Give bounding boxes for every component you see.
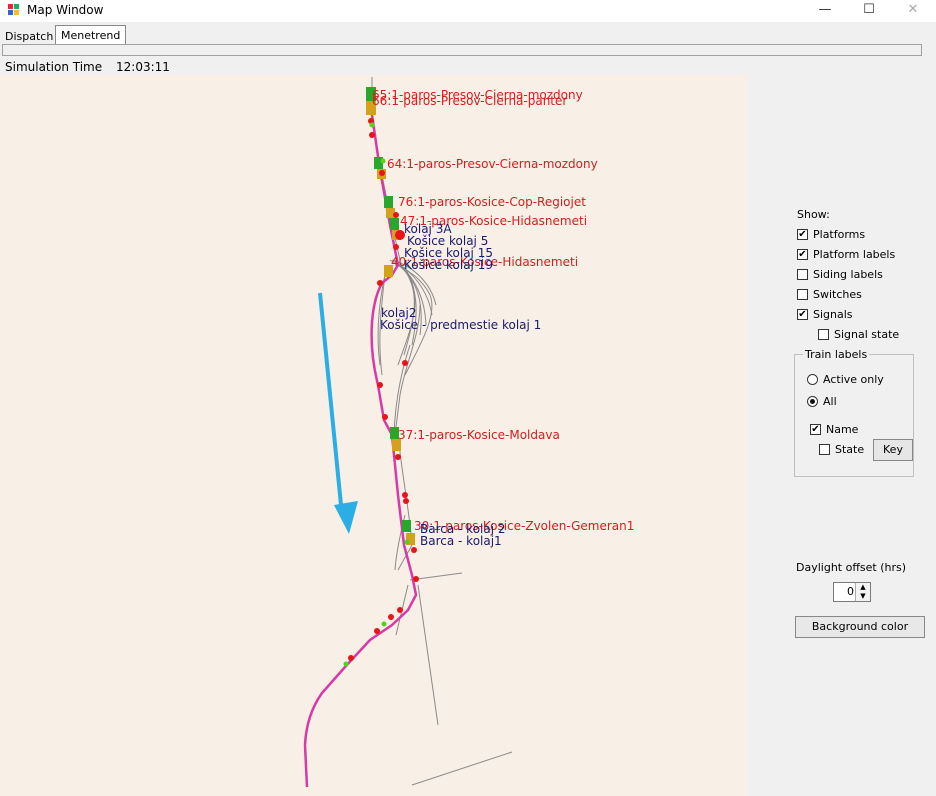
checkbox-label: Platforms bbox=[813, 228, 866, 241]
state-checkbox[interactable]: State bbox=[819, 443, 864, 459]
checkbox-icon[interactable] bbox=[818, 328, 829, 340]
tab-dispatch[interactable]: Dispatch bbox=[0, 28, 58, 45]
checkbox-icon[interactable]: ✔ bbox=[810, 423, 821, 435]
key-button[interactable]: Key bbox=[873, 439, 913, 461]
tab-menetrend[interactable]: Menetrend bbox=[55, 25, 127, 46]
checkbox-icon[interactable]: ✔ bbox=[797, 228, 808, 240]
train-labels-group-title: Train labels bbox=[803, 348, 870, 361]
checkbox-icon[interactable]: ✔ bbox=[797, 248, 808, 260]
checkbox-icon[interactable] bbox=[797, 268, 808, 280]
checkbox-icon[interactable] bbox=[797, 288, 808, 300]
checkbox-label: Siding labels bbox=[813, 268, 883, 281]
train-label: 76:1-paros-Kosice-Cop-Regiojet bbox=[398, 195, 586, 209]
direction-arrow bbox=[318, 292, 358, 534]
close-icon[interactable]: ✕ bbox=[890, 0, 936, 22]
platforms-checkbox[interactable]: ✔ Platforms bbox=[797, 228, 865, 244]
checkbox-label: Signals bbox=[813, 308, 853, 321]
platform-label: Barca - kolaj1 bbox=[420, 534, 502, 548]
train-label: 64:1-paros-Presov-Cierna-mozdony bbox=[387, 157, 598, 171]
signals-checkbox[interactable]: ✔ Signals bbox=[797, 308, 853, 324]
daylight-offset-label: Daylight offset (hrs) bbox=[796, 561, 907, 574]
checkbox-icon[interactable]: ✔ bbox=[797, 308, 808, 320]
platform-label: Košice - predmestie kolaj 1 bbox=[380, 318, 541, 332]
daylight-offset-spinner[interactable]: 0 ▲ ▼ bbox=[833, 582, 871, 602]
checkbox-icon[interactable] bbox=[819, 443, 830, 455]
platform-label: Košice kolaj 19 bbox=[404, 258, 493, 272]
train-label: 66:1-paros-Presov-Cierna-panter bbox=[372, 94, 567, 108]
title-bar: Map Window — ☐ ✕ bbox=[0, 0, 936, 22]
active-only-radio[interactable]: Active only bbox=[807, 373, 884, 389]
map-drawing[interactable]: 65:1-paros-Presov-Cierna-mozdony 66:1-pa… bbox=[0, 75, 748, 796]
simulation-time-value: 12:03:11 bbox=[116, 60, 170, 74]
radio-icon[interactable] bbox=[807, 373, 818, 385]
radio-icon[interactable] bbox=[807, 395, 818, 407]
train-labels-group: Train labels Active only All ✔ Name State… bbox=[794, 348, 914, 477]
background-color-button[interactable]: Background color bbox=[795, 616, 925, 638]
map-canvas[interactable]: 65:1-paros-Presov-Cierna-mozdony 66:1-pa… bbox=[0, 75, 748, 796]
checkbox-label: Platform labels bbox=[813, 248, 896, 261]
show-label: Show: bbox=[797, 208, 830, 221]
daylight-offset-value[interactable]: 0 bbox=[847, 585, 854, 598]
simulation-time-label: Simulation Time bbox=[5, 60, 103, 74]
checkbox-label: Name bbox=[826, 423, 859, 436]
radio-label: Active only bbox=[823, 373, 884, 386]
name-checkbox[interactable]: ✔ Name bbox=[810, 423, 858, 439]
checkbox-label: State bbox=[835, 443, 865, 456]
checkbox-label: Signal state bbox=[834, 328, 900, 341]
window-title: Map Window bbox=[27, 3, 104, 17]
signal-state-checkbox[interactable]: Signal state bbox=[818, 328, 899, 344]
spinner-arrows-icon[interactable]: ▲ ▼ bbox=[855, 583, 870, 601]
radio-label: All bbox=[823, 395, 837, 408]
train-label: 37:1-paros-Kosice-Moldava bbox=[398, 428, 560, 442]
switches-checkbox[interactable]: Switches bbox=[797, 288, 862, 304]
tab-toolstrip bbox=[2, 44, 922, 56]
minimize-icon[interactable]: — bbox=[802, 0, 848, 22]
app-icon bbox=[8, 4, 20, 16]
maximize-icon[interactable]: ☐ bbox=[846, 0, 892, 22]
checkbox-label: Switches bbox=[813, 288, 862, 301]
siding-labels-checkbox[interactable]: Siding labels bbox=[797, 268, 883, 284]
all-radio[interactable]: All bbox=[807, 395, 837, 411]
platform-labels-checkbox[interactable]: ✔ Platform labels bbox=[797, 248, 895, 264]
